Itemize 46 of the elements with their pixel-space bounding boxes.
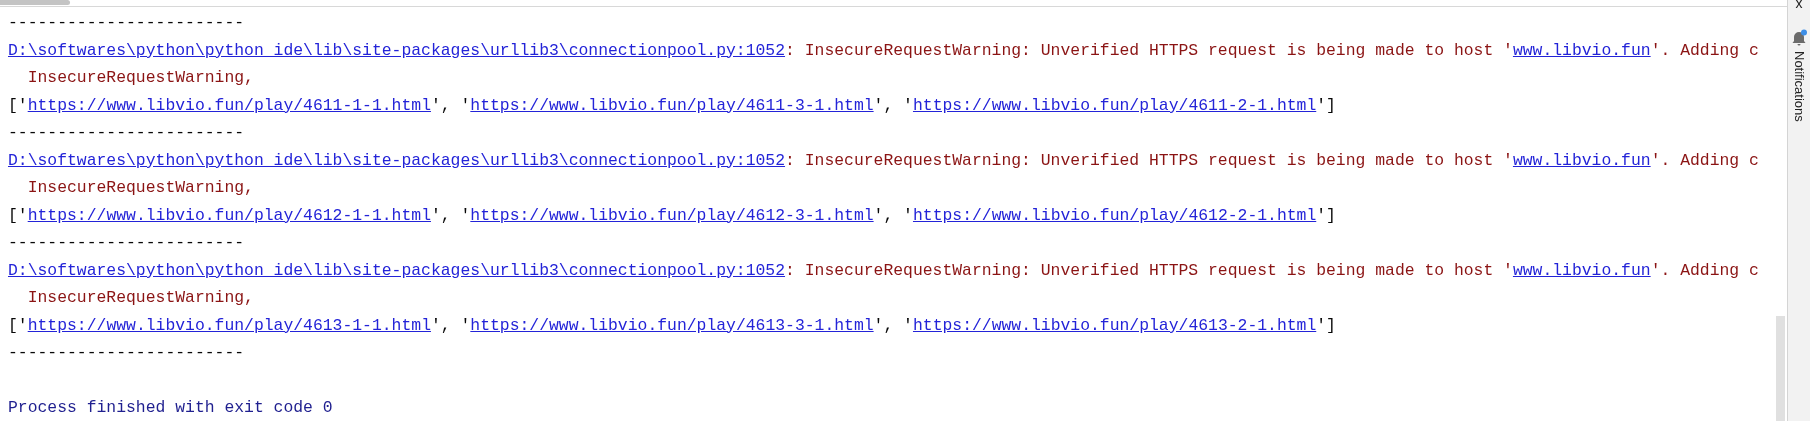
url-link[interactable]: https://www.libvio.fun/play/4612-1-1.html — [27, 205, 431, 225]
warning-text: : InsecureRequestWarning: Unverified HTTPS request is being made to host ' — [785, 150, 1513, 170]
bracket-text: '] — [1316, 315, 1336, 335]
warning-text: : InsecureRequestWarning: Unverified HTTPS request is being made to host ' — [785, 260, 1513, 280]
exit-message: Process finished with exit code 0 — [8, 398, 333, 417]
notifications-tab[interactable]: Notifications — [1791, 51, 1807, 122]
url-link[interactable]: https://www.libvio.fun/play/4611-1-1.html — [27, 95, 431, 115]
separator-text: ', ' — [430, 205, 471, 225]
host-link[interactable]: www.libvio.fun — [1512, 260, 1651, 280]
file-path-link[interactable]: D:\softwares\python\python_ide\lib\site-packages\urllib3\connectionpool.py:1052 — [8, 150, 786, 170]
url-link[interactable]: https://www.libvio.fun/play/4613-3-1.html — [470, 315, 874, 335]
separator-text: ', ' — [873, 95, 913, 115]
separator-text: ------------------------ — [8, 13, 245, 32]
separator-text: ------------------------ — [8, 343, 245, 362]
host-link[interactable]: www.libvio.fun — [1512, 150, 1651, 170]
separator-text: ', ' — [873, 205, 913, 225]
scrollbar-thumb[interactable] — [1776, 316, 1785, 421]
warning-text: InsecureRequestWarning, — [26, 288, 254, 307]
separator-text: ------------------------ — [8, 233, 245, 252]
url-link[interactable]: https://www.libvio.fun/play/4612-2-1.html — [912, 205, 1317, 225]
host-link[interactable]: www.libvio.fun — [1512, 40, 1651, 60]
warning-text: '. Adding c — [1650, 40, 1759, 60]
warning-text: : InsecureRequestWarning: Unverified HTTPS request is being made to host ' — [785, 40, 1513, 60]
url-link[interactable]: https://www.libvio.fun/play/4612-3-1.html — [470, 205, 874, 225]
bell-icon[interactable] — [1791, 29, 1807, 47]
bracket-text: [' — [8, 205, 28, 225]
separator-text: ', ' — [430, 95, 471, 115]
url-link[interactable]: https://www.libvio.fun/play/4613-1-1.html — [27, 315, 431, 335]
bracket-text: '] — [1316, 95, 1336, 115]
url-link[interactable]: https://www.libvio.fun/play/4613-2-1.html — [912, 315, 1317, 335]
file-path-link[interactable]: D:\softwares\python\python_ide\lib\site-packages\urllib3\connectionpool.py:1052 — [8, 260, 786, 280]
bracket-text: [' — [8, 95, 28, 115]
separator-text: ', ' — [873, 315, 913, 335]
bracket-text: '] — [1316, 205, 1336, 225]
url-link[interactable]: https://www.libvio.fun/play/4611-2-1.html — [912, 95, 1317, 115]
bracket-text: [' — [8, 315, 28, 335]
strip-label: x — [1795, 0, 1803, 9]
scrollbar-thumb[interactable] — [0, 0, 70, 5]
separator-text: ', ' — [430, 315, 471, 335]
url-link[interactable]: https://www.libvio.fun/play/4611-3-1.html — [470, 95, 874, 115]
file-path-link[interactable]: D:\softwares\python\python_ide\lib\site-packages\urllib3\connectionpool.py:1052 — [8, 40, 786, 60]
warning-text: '. Adding c — [1650, 150, 1759, 170]
warning-text: InsecureRequestWarning, — [26, 178, 254, 197]
warning-text: '. Adding c — [1650, 260, 1759, 280]
separator-text: ------------------------ — [8, 123, 245, 142]
warning-text: InsecureRequestWarning, — [26, 68, 254, 87]
